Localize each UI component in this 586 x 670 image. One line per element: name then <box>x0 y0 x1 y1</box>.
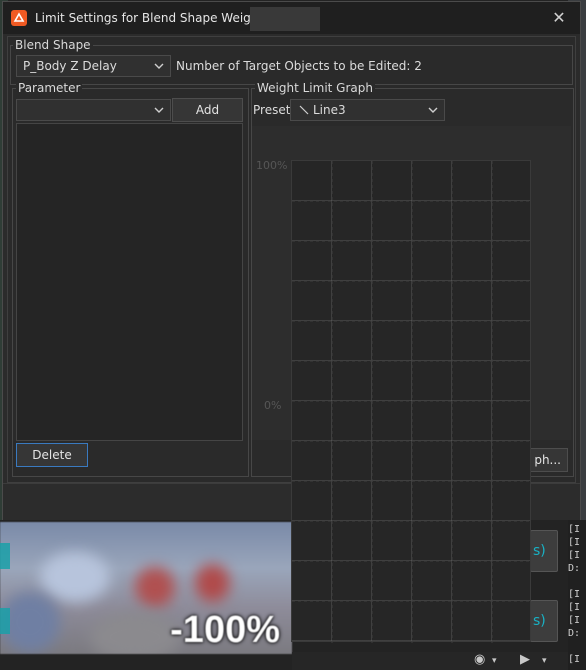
console-line: [I <box>568 537 581 548</box>
graph-grid <box>292 161 532 643</box>
console-line: [I <box>568 550 581 561</box>
redacted-title-region <box>250 7 320 31</box>
weight-limit-graph-group-label: Weight Limit Graph <box>255 81 375 95</box>
window-title: Limit Settings for Blend Shape Weights - <box>35 11 278 25</box>
record-icon[interactable]: ◉ <box>474 652 485 667</box>
preset-label: Preset <box>253 103 291 117</box>
scene-preview-image: -100% <box>0 522 292 654</box>
parameter-list[interactable] <box>16 123 243 441</box>
background-card-text: s) <box>533 543 546 559</box>
console-line: D: <box>568 563 581 574</box>
parameter-dropdown[interactable] <box>16 99 171 121</box>
background-card[interactable]: s) <box>530 600 558 642</box>
title-bar[interactable]: Limit Settings for Blend Shape Weights -… <box>3 2 580 34</box>
blend-shape-group-label: Blend Shape <box>13 38 93 52</box>
delete-parameter-button[interactable]: Delete <box>16 443 88 467</box>
chevron-down-icon[interactable]: ▾ <box>492 656 497 666</box>
add-parameter-button[interactable]: Add <box>172 98 243 122</box>
blend-shape-dropdown[interactable]: P_Body Z Delay <box>16 55 171 77</box>
preset-dropdown[interactable]: Line3 <box>290 99 445 121</box>
graph-y-label-top: 100% <box>256 159 288 172</box>
background-label-fragment <box>0 543 10 569</box>
unity-app-icon <box>11 10 27 26</box>
play-icon[interactable]: ▶ <box>520 652 530 667</box>
chevron-down-icon <box>154 107 164 113</box>
console-line: D: <box>568 628 581 639</box>
console-line: [I <box>568 589 581 600</box>
target-objects-count: Number of Target Objects to be Edited: 2 <box>176 59 422 73</box>
blend-shape-selected-value: P_Body Z Delay <box>23 59 117 73</box>
chevron-down-icon[interactable]: ▾ <box>542 656 547 666</box>
console-line: [I <box>568 654 581 665</box>
chevron-down-icon <box>154 63 164 69</box>
background-card-text: s) <box>533 613 546 629</box>
graph-y-label-mid: 0% <box>264 399 282 412</box>
line-preset-icon <box>299 105 309 115</box>
close-icon[interactable]: ✕ <box>548 7 570 29</box>
console-line: [I <box>568 524 581 535</box>
preset-selected-value: Line3 <box>313 103 346 117</box>
console-log-panel: [I [I [I D: [I [I [I D: [I <box>568 520 586 670</box>
weight-graph-popup[interactable] <box>291 160 532 643</box>
parameter-group-label: Parameter <box>16 81 83 95</box>
chevron-down-icon <box>428 107 438 113</box>
background-label-fragment <box>0 608 10 634</box>
weight-percent-overlay: -100% <box>170 609 280 651</box>
background-card[interactable]: s) <box>530 530 558 572</box>
console-line: [I <box>568 602 581 613</box>
console-line: [I <box>568 615 581 626</box>
